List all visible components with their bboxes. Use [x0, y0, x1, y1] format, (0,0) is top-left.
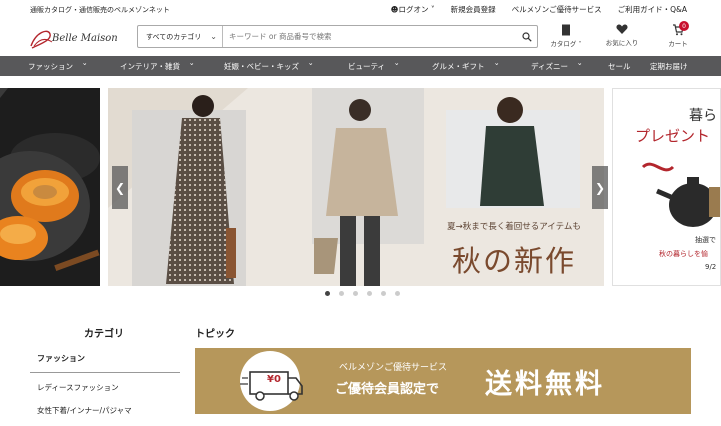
carousel-dot[interactable] — [367, 291, 372, 296]
logo-text: Belle Maison — [52, 33, 118, 44]
next-slide-headline: プレゼント — [635, 127, 711, 145]
carousel-dots — [0, 291, 721, 296]
main-slide-subtitle: 夏→秋まで長く着回せるアイテムも — [447, 222, 581, 232]
main-slide-caption: 夏→秋まで長く着回せるアイテムも 秋の新作 — [428, 220, 600, 280]
catalog-button[interactable]: カタログ ˅ — [547, 24, 585, 48]
cart-count-badge: 0 — [679, 21, 689, 31]
category-nav: ファッション ˅ インテリア・雑貨 ˅ 妊娠・ベビー・キッズ ˅ ビューティ ˅ グルメ… — [0, 56, 721, 76]
chevron-down-icon: ˅ — [493, 62, 499, 71]
chevron-down-icon: ˅ — [428, 5, 435, 14]
chevron-down-icon: ˅ — [308, 62, 314, 71]
carousel-next-button[interactable]: ❯ — [592, 166, 608, 209]
guide-link[interactable]: ご利用ガイド・Q&A — [618, 4, 687, 15]
next-slide-desc: 秋の暮らしを愉 — [659, 250, 708, 258]
chevron-down-icon: ˅ — [82, 62, 88, 71]
nav-item-baby-kids[interactable]: 妊娠・ベビー・キッズ ˅ — [224, 61, 313, 72]
banner-price-tag: ¥0 — [267, 374, 281, 385]
logo-mark-icon — [30, 30, 53, 49]
search-category-select[interactable]: すべてのカテゴリ ⌄ — [138, 26, 223, 47]
carousel-dot[interactable] — [395, 291, 400, 296]
header-icons: カタログ ˅ お気に入り カート 0 — [547, 21, 697, 48]
free-shipping-banner[interactable]: ¥0 ベルメゾンご優待サービス ご優待会員認定で 送料無料 — [195, 348, 691, 414]
site-logo[interactable]: Belle Maison — [28, 28, 128, 50]
carousel-dot[interactable] — [381, 291, 386, 296]
chevron-right-icon: ❯ — [594, 180, 606, 195]
category-item-fashion[interactable]: ファッション — [30, 345, 180, 373]
carousel-prev-button[interactable]: ❮ — [112, 166, 128, 209]
chevron-down-icon: ˅ — [577, 62, 583, 71]
chevron-down-icon: ˅ — [189, 62, 195, 71]
utility-bar: 通販カタログ・通信販売のベルメゾンネット ☻ログオン ˅ 新規会員登録 ベルメゾ… — [0, 0, 721, 20]
premium-service-link[interactable]: ベルメゾンご優待サービス — [512, 4, 602, 15]
chevron-left-icon: ❮ — [114, 180, 126, 195]
search-input[interactable] — [223, 32, 517, 41]
header: Belle Maison すべてのカテゴリ ⌄ カタログ ˅ お気に入り — [0, 20, 721, 56]
register-link[interactable]: 新規会員登録 — [451, 4, 496, 15]
cart-button[interactable]: カート 0 — [659, 21, 697, 48]
category-heading: カテゴリ — [84, 329, 124, 340]
nav-item-gourmet-gift[interactable]: グルメ・ギフト ˅ — [432, 61, 499, 72]
carousel-dot[interactable] — [325, 291, 330, 296]
carousel-slide-next[interactable]: 暮ら プレゼント 抽選で 秋の暮らしを愉 9/2 — [612, 88, 721, 286]
banner-mid-text: ご優待会員認定で — [335, 382, 440, 397]
banner-free-shipping-text: 送料無料 — [485, 369, 605, 400]
banner-small-text: ベルメゾンご優待サービス — [339, 363, 448, 373]
nav-item-disney[interactable]: ディズニー ˅ — [531, 61, 583, 72]
carousel-dot[interactable] — [339, 291, 344, 296]
carousel-slide-main[interactable]: 夏→秋まで長く着回せるアイテムも 秋の新作 — [108, 88, 604, 286]
next-slide-date: 9/2 — [705, 263, 717, 271]
nav-item-subscription[interactable]: 定期お届け — [650, 61, 688, 72]
category-list: ファッション レディースファッション 女性下着/インナー/パジャマ — [30, 345, 180, 422]
category-item-ladies[interactable]: レディースファッション — [30, 376, 180, 398]
nav-item-fashion[interactable]: ファッション ˅ — [28, 61, 87, 72]
next-slide-lottery: 抽選で — [695, 236, 716, 244]
nav-item-interior[interactable]: インテリア・雑貨 ˅ — [120, 61, 194, 72]
search-button[interactable] — [517, 26, 537, 47]
login-link[interactable]: ☻ログオン ˅ — [391, 4, 435, 15]
search-bar: すべてのカテゴリ ⌄ — [137, 25, 538, 48]
favorites-button[interactable]: お気に入り — [603, 24, 641, 48]
nav-item-sale[interactable]: セール — [608, 61, 631, 72]
topic-heading: トピック — [195, 329, 235, 340]
chevron-down-icon: ⌄ — [210, 32, 217, 41]
hero-carousel: 夏→秋まで長く着回せるアイテムも 秋の新作 暮ら プレゼント 抽選で 秋の暮らし… — [0, 88, 721, 286]
utility-links: ☻ログオン ˅ 新規会員登録 ベルメゾンご優待サービス ご利用ガイド・Q&A — [391, 4, 687, 15]
main-slide-title: 秋の新作 — [451, 244, 576, 278]
category-item-innerwear[interactable]: 女性下着/インナー/パジャマ — [30, 398, 180, 422]
carousel-dot[interactable] — [353, 291, 358, 296]
food-image — [0, 88, 100, 286]
chevron-down-icon: ˅ — [394, 62, 400, 71]
catalog-icon — [562, 24, 570, 36]
heart-icon — [616, 24, 628, 34]
site-tagline: 通販カタログ・通信販売のベルメゾンネット — [30, 6, 170, 14]
carousel-slide-prev[interactable] — [0, 88, 100, 286]
teapot-image — [641, 162, 720, 227]
nav-item-beauty[interactable]: ビューティ ˅ — [348, 61, 399, 72]
next-slide-title: 暮ら — [689, 108, 717, 124]
search-icon — [522, 31, 532, 42]
